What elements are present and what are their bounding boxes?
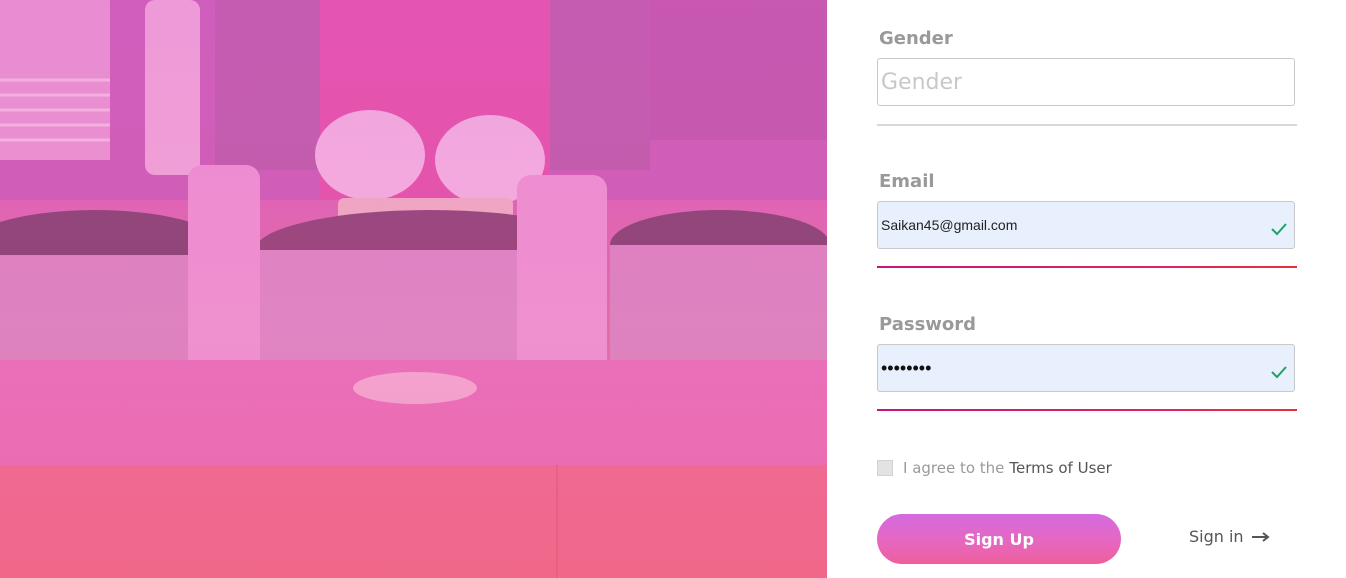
email-input[interactable]: Saikan45@gmail.com [877, 201, 1295, 249]
gender-placeholder: Gender [881, 69, 963, 95]
terms-text: I agree to the [903, 459, 1005, 477]
hero-image [0, 0, 827, 578]
password-underline [877, 409, 1297, 411]
terms-link[interactable]: Terms of User [1009, 459, 1111, 477]
gender-input[interactable]: Gender [877, 58, 1295, 106]
terms-row: I agree to the Terms of User [877, 459, 1112, 477]
check-icon [1271, 366, 1287, 379]
password-value: •••••••• [881, 357, 932, 378]
signup-form: Gender Gender Email Saikan45@gmail.com P… [827, 0, 1346, 578]
password-input[interactable]: •••••••• [877, 344, 1295, 392]
gender-label: Gender [879, 28, 953, 49]
email-value: Saikan45@gmail.com [881, 217, 1018, 233]
signin-link[interactable]: Sign in [1189, 527, 1270, 546]
signup-button-label: Sign Up [964, 529, 1034, 549]
signin-label: Sign in [1189, 527, 1244, 546]
check-icon [1271, 223, 1287, 236]
signup-button[interactable]: Sign Up [877, 514, 1121, 564]
email-label: Email [879, 171, 935, 192]
gender-underline [877, 124, 1297, 126]
terms-checkbox[interactable] [877, 460, 893, 476]
hero-tint-overlay [0, 0, 827, 578]
arrow-right-icon [1251, 531, 1270, 542]
email-underline [877, 266, 1297, 268]
password-label: Password [879, 314, 977, 335]
